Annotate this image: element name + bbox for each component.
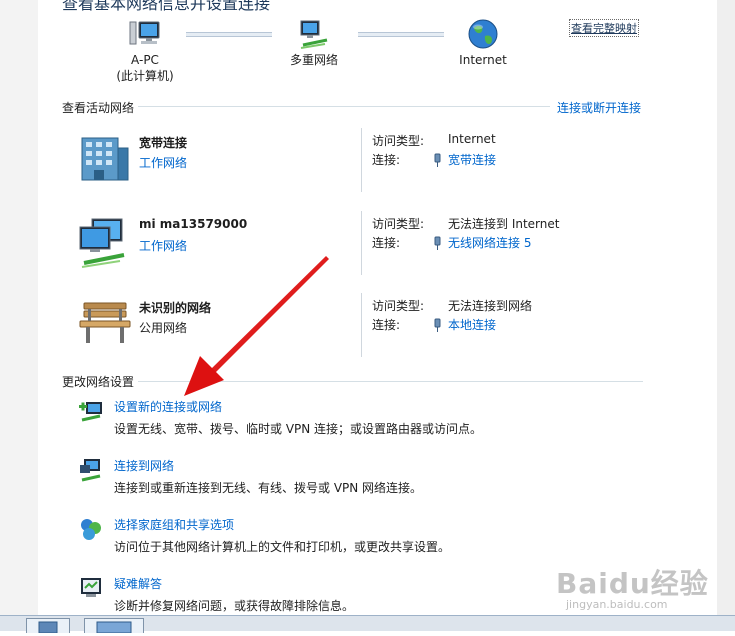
section-divider <box>138 381 643 382</box>
network-name: mi ma13579000 <box>139 217 248 231</box>
vertical-divider <box>361 293 362 357</box>
connection-value[interactable]: 宽带连接 <box>433 151 496 168</box>
globe-icon <box>468 19 498 49</box>
map-node-multiple-networks: 多重网络 <box>278 18 350 68</box>
access-type-value: 无法连接到 Internet <box>448 217 560 231</box>
watermark-url: jingyan.baidu.com <box>566 598 668 611</box>
connect-disconnect-link[interactable]: 连接或断开连接 <box>557 99 641 116</box>
connection-link[interactable]: 宽带连接 <box>448 153 496 167</box>
network-type-link[interactable]: 工作网络 <box>139 154 187 171</box>
access-type-label: 访问类型: <box>372 217 425 231</box>
window-icon <box>38 621 58 634</box>
section-divider <box>138 106 550 107</box>
setup-new-connection-link[interactable]: 设置新的连接或网络 <box>114 398 222 415</box>
network-type: 公用网络 <box>139 321 188 335</box>
plug-icon <box>434 153 441 167</box>
section-title-change-settings: 更改网络设置 <box>62 375 135 389</box>
map-node-computer-sublabel: (此计算机) <box>116 69 174 83</box>
map-connector <box>358 32 444 37</box>
connection-value[interactable]: 无线网络连接 5 <box>433 234 531 251</box>
map-node-multiple-networks-label: 多重网络 <box>289 53 338 67</box>
computer-icon <box>129 21 160 45</box>
task-description: 访问位于其他网络计算机上的文件和打印机，或更改共享设置。 <box>114 540 451 554</box>
access-type-value: Internet <box>448 132 496 146</box>
homegroup-sharing-link[interactable]: 选择家庭组和共享选项 <box>114 516 234 533</box>
connect-network-icon <box>80 459 101 482</box>
task-description: 连接到或重新连接到无线、有线、拨号或 VPN 网络连接。 <box>114 481 423 495</box>
network-item-unidentified: 未识别的网络 公用网络 访问类型: 无法连接到网络 连接: 本地连接 <box>78 293 658 373</box>
taskbar <box>0 615 735 634</box>
access-type-label: 访问类型: <box>372 134 425 148</box>
window-icon <box>96 621 132 634</box>
network-name: 宽带连接 <box>139 136 188 150</box>
troubleshoot-icon <box>81 578 101 597</box>
building-icon <box>81 137 129 181</box>
connection-label: 连接: <box>372 153 401 167</box>
map-node-computer: A-PC (此计算机) <box>112 18 178 84</box>
connection-label: 连接: <box>372 318 401 332</box>
troubleshoot-link[interactable]: 疑难解答 <box>114 575 162 592</box>
left-panel-strip <box>0 0 38 615</box>
network-item-wireless: mi ma13579000 工作网络 访问类型: 无法连接到 Internet … <box>78 211 658 291</box>
network-computers-icon <box>79 218 125 268</box>
map-node-computer-label: A-PC <box>131 53 159 67</box>
map-connector <box>186 32 272 37</box>
map-node-internet: Internet <box>450 18 516 68</box>
connection-link[interactable]: 无线网络连接 5 <box>448 236 531 250</box>
homegroup-icon <box>81 519 101 540</box>
network-item-broadband: 宽带连接 工作网络 访问类型: Internet 连接: 宽带连接 <box>78 128 658 208</box>
vertical-divider <box>361 128 362 192</box>
connection-value[interactable]: 本地连接 <box>433 316 496 333</box>
access-type-value: 无法连接到网络 <box>448 299 533 313</box>
section-title-active-networks: 查看活动网络 <box>62 101 135 115</box>
page-title: 查看基本网络信息并设置连接 <box>62 0 271 13</box>
taskbar-button[interactable] <box>26 618 70 634</box>
new-connection-icon <box>79 402 102 422</box>
connect-to-network-link[interactable]: 连接到网络 <box>114 457 174 474</box>
view-full-map-link[interactable]: 查看完整映射 <box>569 19 639 37</box>
vertical-divider <box>361 211 362 275</box>
scrollbar[interactable] <box>717 0 735 615</box>
watermark: Baidu经验 jingyan.baidu.com <box>556 562 726 612</box>
plug-icon <box>434 318 441 332</box>
park-bench-icon <box>79 302 131 343</box>
access-type-label: 访问类型: <box>372 299 425 313</box>
task-description: 诊断并修复网络问题，或获得故障排除信息。 <box>114 599 355 613</box>
task-description: 设置无线、宽带、拨号、临时或 VPN 连接；或设置路由器或访问点。 <box>114 422 483 436</box>
taskbar-button[interactable] <box>84 618 144 634</box>
map-node-internet-label: Internet <box>459 53 507 67</box>
connection-link[interactable]: 本地连接 <box>448 318 496 332</box>
network-name: 未识别的网络 <box>139 301 212 315</box>
connection-label: 连接: <box>372 236 401 250</box>
network-type-link[interactable]: 工作网络 <box>139 237 187 254</box>
main-content: 查看基本网络信息并设置连接 查看完整映射 A-PC (此计算机) 多重网络 In… <box>38 0 717 615</box>
watermark-logo-text: Baidu经验 <box>556 567 709 600</box>
network-icon <box>300 20 328 49</box>
wireless-signal-icon <box>434 236 441 250</box>
